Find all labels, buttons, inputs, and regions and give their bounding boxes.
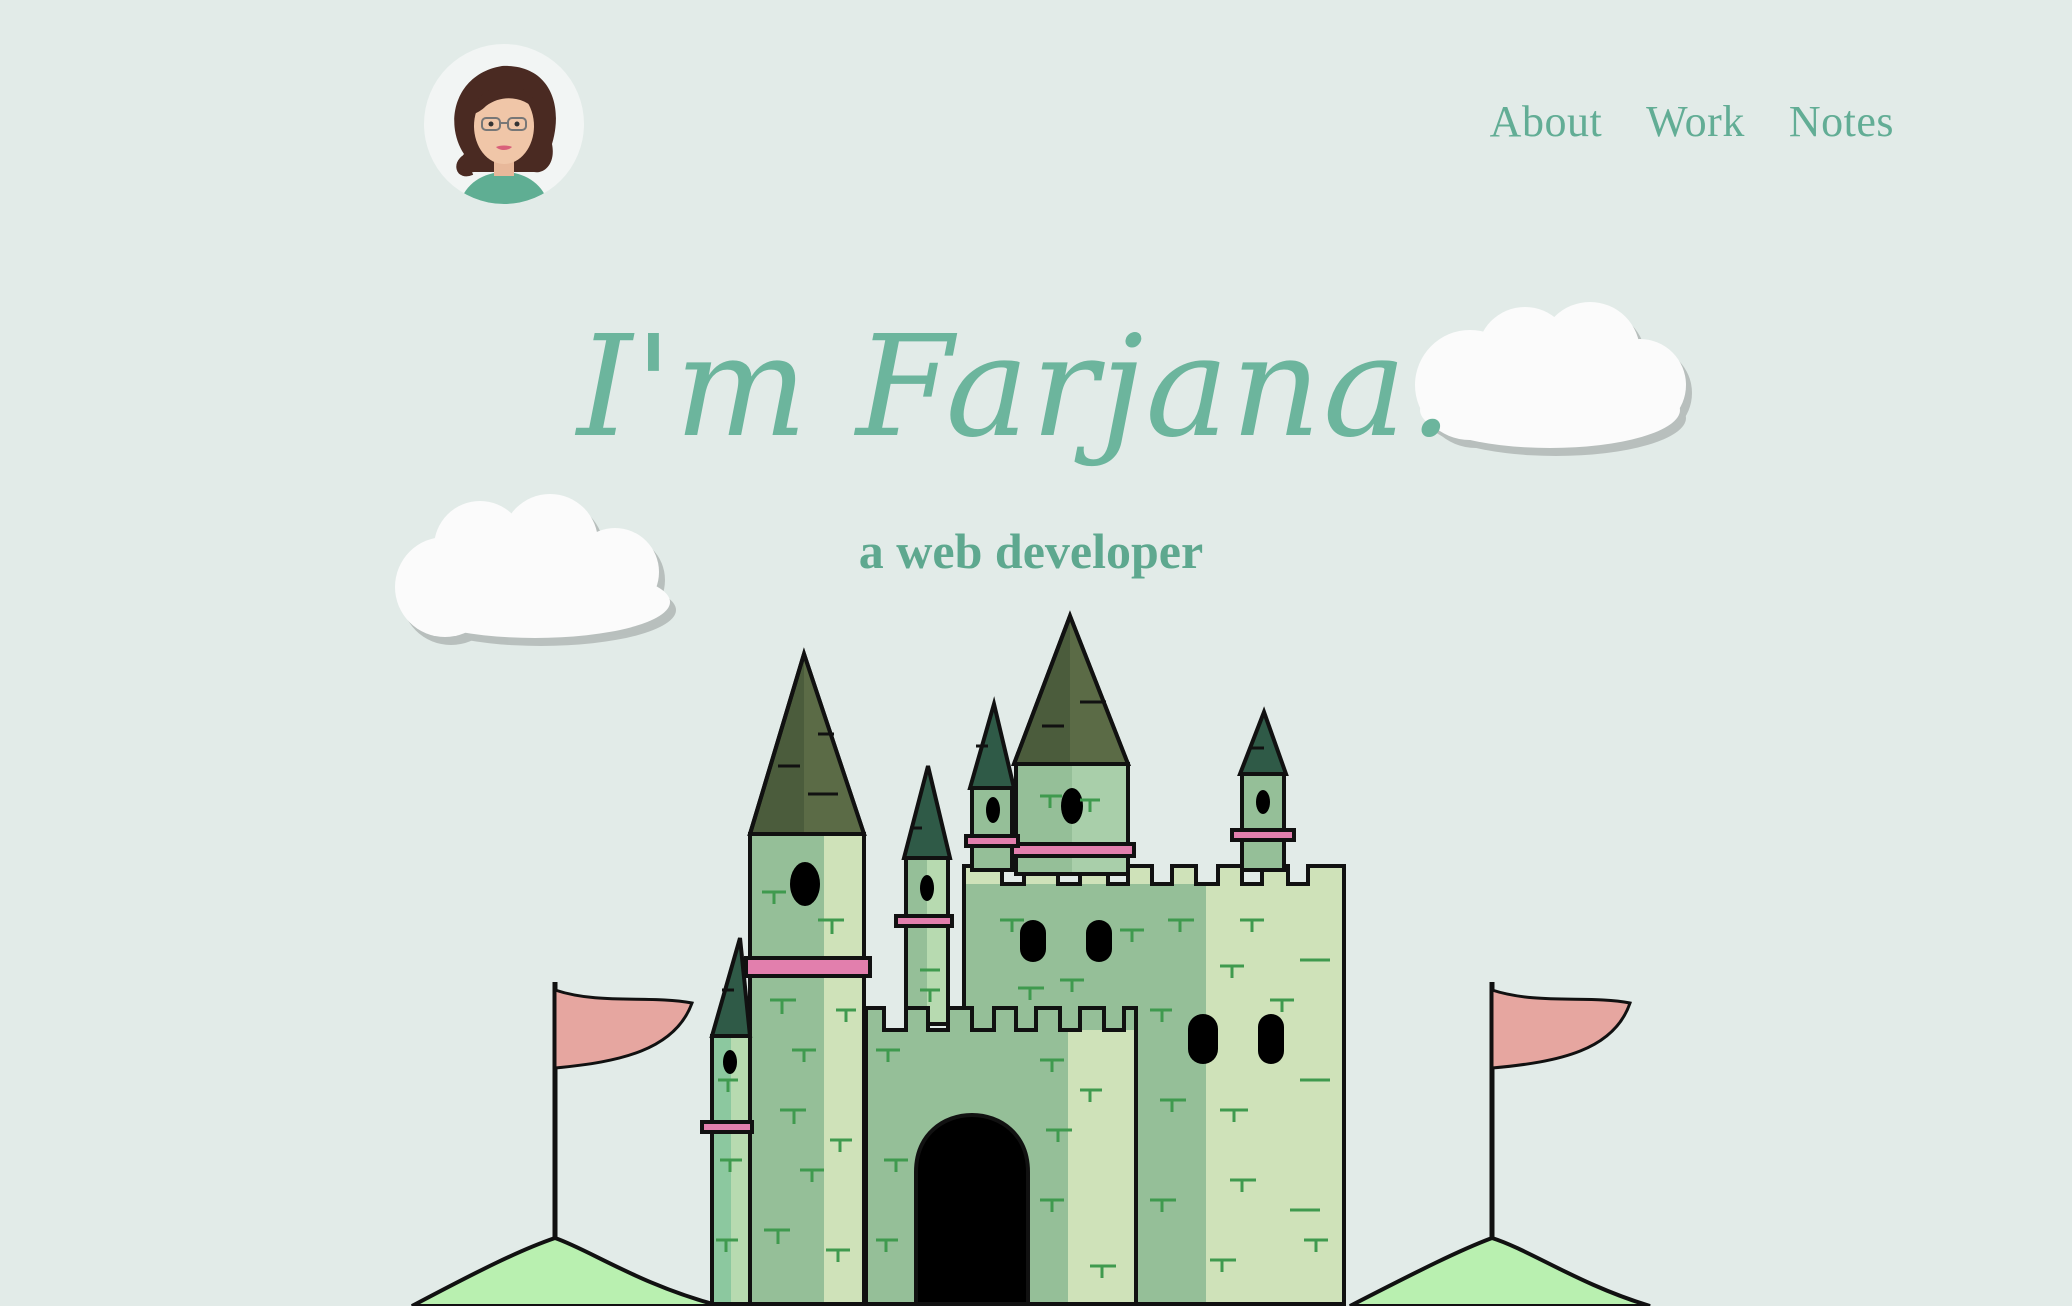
- castle-gate: [914, 1113, 1030, 1306]
- castle-illustration: [411, 610, 1651, 1306]
- left-hill: [411, 982, 721, 1306]
- nav-notes-link[interactable]: Notes: [1789, 96, 1894, 147]
- avatar-home-link[interactable]: [424, 44, 584, 204]
- page: About Work Notes I'm Farjana. a web deve…: [0, 0, 2072, 1306]
- avatar: [454, 65, 556, 204]
- main-nav: About Work Notes: [1490, 96, 1894, 147]
- nav-work-link[interactable]: Work: [1646, 96, 1745, 147]
- hero-title: I'm Farjana.: [576, 306, 1456, 469]
- hero-subtitle: a web developer: [858, 523, 1204, 579]
- flag-icon: [1490, 987, 1632, 1070]
- right-hill: [1349, 982, 1651, 1306]
- nav-about-link[interactable]: About: [1490, 96, 1603, 147]
- flag-icon: [553, 987, 695, 1070]
